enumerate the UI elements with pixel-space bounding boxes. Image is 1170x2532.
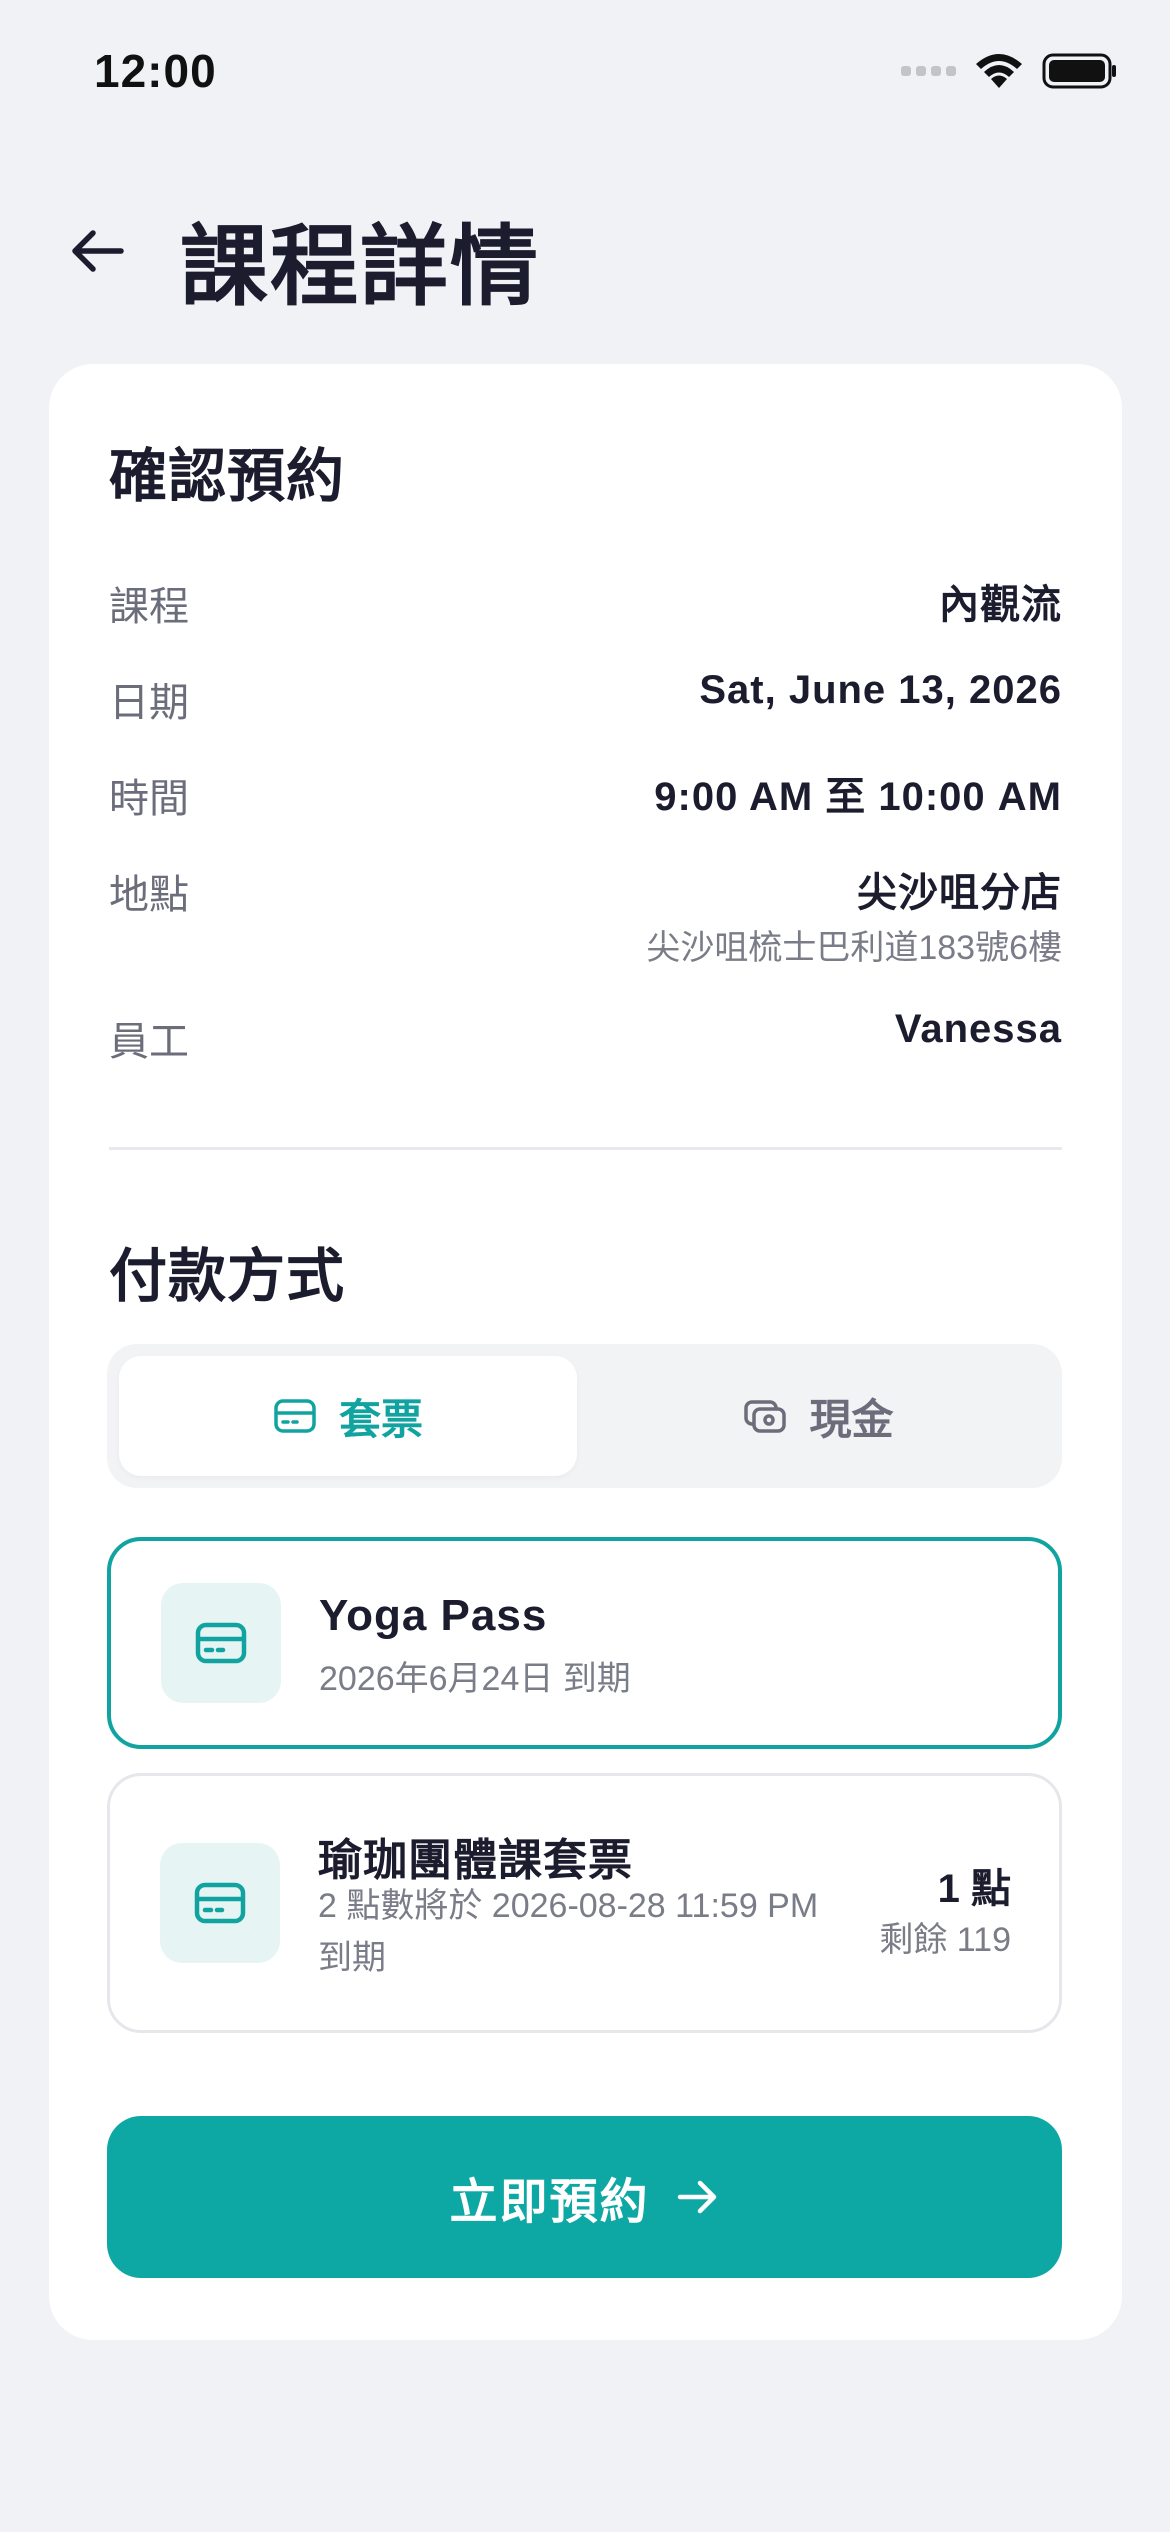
book-now-label: 立即預約 [449, 2176, 650, 2229]
pass-icon-box [160, 1843, 280, 1963]
card-icon [195, 1622, 247, 1664]
status-bar: 12:00 [0, 0, 1170, 150]
pass-title: Yoga Pass [319, 1591, 548, 1640]
pass-expiry: 2026年6月24日 到期 [319, 1660, 631, 1698]
status-icons [901, 52, 1118, 90]
status-time: 12:00 [94, 45, 217, 97]
pass-expiry: 2 點數將於 2026-08-28 11:59 PM 到期 [318, 1887, 819, 1977]
time-label: 時間 [109, 777, 189, 821]
payment-tabs: 套票 現金 [107, 1344, 1062, 1488]
pass-icon-box [161, 1583, 281, 1703]
pass-option-yoga-pass[interactable]: Yoga Pass 2026年6月24日 到期 [107, 1537, 1062, 1749]
arrow-left-icon [72, 230, 124, 272]
tab-pass-label: 套票 [338, 1395, 423, 1443]
tab-pass[interactable]: 套票 [119, 1356, 577, 1476]
staff-value: Vanessa [894, 1007, 1062, 1051]
pass-option-group-class[interactable]: 瑜珈團體課套票 2 點數將於 2026-08-28 11:59 PM 到期 1 … [107, 1773, 1062, 2033]
location-label: 地點 [109, 873, 189, 917]
tab-cash-label: 現金 [809, 1395, 894, 1443]
staff-label: 員工 [109, 1020, 189, 1064]
wifi-icon [976, 54, 1022, 88]
course-value: 內觀流 [939, 583, 1062, 627]
page-title: 課程詳情 [180, 217, 541, 316]
card-icon [194, 1882, 246, 1924]
pass-points-remaining: 剩餘 119 [879, 1921, 1011, 1959]
location-value: 尖沙咀分店 [857, 871, 1062, 915]
signal-icon [901, 66, 956, 76]
book-now-button[interactable]: 立即預約 [107, 2116, 1062, 2278]
tab-cash[interactable]: 現金 [587, 1356, 1050, 1476]
back-button[interactable] [62, 216, 132, 286]
cash-icon [744, 1400, 787, 1433]
time-value: 9:00 AM 至 10:00 AM [654, 775, 1062, 819]
divider [109, 1147, 1062, 1150]
date-value: Sat, June 13, 2026 [699, 668, 1062, 712]
arrow-right-icon [677, 2180, 716, 2214]
payment-method-title: 付款方式 [109, 1244, 346, 1309]
card-icon [274, 1399, 316, 1433]
pass-title: 瑜珈團體課套票 [318, 1836, 633, 1885]
pass-points-cost: 1 點 [937, 1867, 1011, 1911]
course-label: 課程 [109, 585, 189, 629]
battery-icon [1042, 53, 1116, 89]
location-address: 尖沙咀梳士巴利道183號6樓 [646, 929, 1062, 967]
booking-card: 確認預約 課程 內觀流 日期 Sat, June 13, 2026 時間 9:0… [49, 364, 1122, 2340]
date-label: 日期 [109, 681, 189, 725]
confirm-booking-title: 確認預約 [109, 444, 346, 509]
